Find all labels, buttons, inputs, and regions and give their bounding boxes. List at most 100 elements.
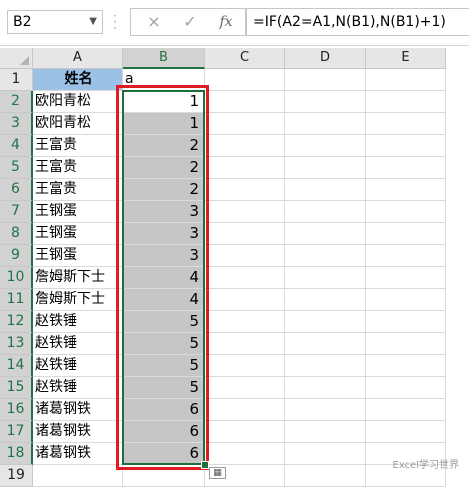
cell-c9[interactable] <box>205 245 285 267</box>
cell-b16[interactable]: 6 <box>123 399 205 421</box>
row-header-3[interactable]: 3 <box>0 113 33 135</box>
cell-a9[interactable]: 王钢蛋 <box>33 245 123 267</box>
cell-a2[interactable]: 欧阳青松 <box>33 91 123 113</box>
cell-b1[interactable]: a <box>123 69 205 91</box>
cell-a5[interactable]: 王富贵 <box>33 157 123 179</box>
cell-e4[interactable] <box>366 135 446 157</box>
cell-a15[interactable]: 赵铁锤 <box>33 377 123 399</box>
cell-d14[interactable] <box>285 355 366 377</box>
cell-a1[interactable]: 姓名 <box>33 69 123 91</box>
column-header-a[interactable]: A <box>33 48 123 69</box>
cell-b4[interactable]: 2 <box>123 135 205 157</box>
cell-d3[interactable] <box>285 113 366 135</box>
cell-e1[interactable] <box>366 69 446 91</box>
cell-d8[interactable] <box>285 223 366 245</box>
cell-c11[interactable] <box>205 289 285 311</box>
cell-b8[interactable]: 3 <box>123 223 205 245</box>
cell-e2[interactable] <box>366 91 446 113</box>
row-header-10[interactable]: 10 <box>0 267 33 289</box>
column-header-d[interactable]: D <box>285 48 366 69</box>
cell-c2[interactable] <box>205 91 285 113</box>
column-header-c[interactable]: C <box>205 48 285 69</box>
cell-d6[interactable] <box>285 179 366 201</box>
row-header-18[interactable]: 18 <box>0 443 33 465</box>
cell-d4[interactable] <box>285 135 366 157</box>
row-header-17[interactable]: 17 <box>0 421 33 443</box>
cell-b3[interactable]: 1 <box>123 113 205 135</box>
cell-c15[interactable] <box>205 377 285 399</box>
cell-d18[interactable] <box>285 443 366 465</box>
cell-d15[interactable] <box>285 377 366 399</box>
cell-a4[interactable]: 王富贵 <box>33 135 123 157</box>
cell-e16[interactable] <box>366 399 446 421</box>
row-header-5[interactable]: 5 <box>0 157 33 179</box>
cell-e14[interactable] <box>366 355 446 377</box>
cell-a8[interactable]: 王钢蛋 <box>33 223 123 245</box>
row-header-14[interactable]: 14 <box>0 355 33 377</box>
cell-b18[interactable]: 6 <box>123 443 205 465</box>
cell-a6[interactable]: 王富贵 <box>33 179 123 201</box>
cell-b10[interactable]: 4 <box>123 267 205 289</box>
cell-c5[interactable] <box>205 157 285 179</box>
row-header-9[interactable]: 9 <box>0 245 33 267</box>
cell-d19[interactable] <box>285 465 366 487</box>
row-header-7[interactable]: 7 <box>0 201 33 223</box>
cancel-icon[interactable]: × <box>141 12 167 32</box>
cell-b12[interactable]: 5 <box>123 311 205 333</box>
cell-c4[interactable] <box>205 135 285 157</box>
insert-function-icon[interactable]: fx <box>213 12 239 32</box>
row-header-15[interactable]: 15 <box>0 377 33 399</box>
cell-e6[interactable] <box>366 179 446 201</box>
cell-d10[interactable] <box>285 267 366 289</box>
cell-c13[interactable] <box>205 333 285 355</box>
row-header-11[interactable]: 11 <box>0 289 33 311</box>
quick-analysis-icon[interactable]: ▦ <box>209 467 226 479</box>
cell-a14[interactable]: 赵铁锤 <box>33 355 123 377</box>
cell-a16[interactable]: 诸葛钢铁 <box>33 399 123 421</box>
column-header-b[interactable]: B <box>123 48 205 69</box>
cell-c8[interactable] <box>205 223 285 245</box>
cell-a13[interactable]: 赵铁锤 <box>33 333 123 355</box>
row-header-2[interactable]: 2 <box>0 91 33 113</box>
cell-a10[interactable]: 詹姆斯下士 <box>33 267 123 289</box>
cell-a18[interactable]: 诸葛钢铁 <box>33 443 123 465</box>
cell-e13[interactable] <box>366 333 446 355</box>
cell-b6[interactable]: 2 <box>123 179 205 201</box>
cell-e10[interactable] <box>366 267 446 289</box>
cell-c17[interactable] <box>205 421 285 443</box>
cell-e12[interactable] <box>366 311 446 333</box>
cell-e17[interactable] <box>366 421 446 443</box>
cell-c7[interactable] <box>205 201 285 223</box>
cell-b15[interactable]: 5 <box>123 377 205 399</box>
cell-c18[interactable] <box>205 443 285 465</box>
cell-d12[interactable] <box>285 311 366 333</box>
cell-c16[interactable] <box>205 399 285 421</box>
cell-e7[interactable] <box>366 201 446 223</box>
cell-c12[interactable] <box>205 311 285 333</box>
enter-icon[interactable]: ✓ <box>177 12 203 32</box>
cell-e8[interactable] <box>366 223 446 245</box>
cell-b17[interactable]: 6 <box>123 421 205 443</box>
cell-b9[interactable]: 3 <box>123 245 205 267</box>
cell-d17[interactable] <box>285 421 366 443</box>
cell-b7[interactable]: 3 <box>123 201 205 223</box>
cell-d2[interactable] <box>285 91 366 113</box>
cell-b19[interactable] <box>123 465 205 487</box>
cell-d5[interactable] <box>285 157 366 179</box>
cell-a12[interactable]: 赵铁锤 <box>33 311 123 333</box>
cell-d16[interactable] <box>285 399 366 421</box>
cell-b5[interactable]: 2 <box>123 157 205 179</box>
cell-c6[interactable] <box>205 179 285 201</box>
cell-c14[interactable] <box>205 355 285 377</box>
cell-e11[interactable] <box>366 289 446 311</box>
column-header-e[interactable]: E <box>366 48 446 69</box>
select-all-button[interactable] <box>0 48 33 69</box>
cell-a17[interactable]: 诸葛钢铁 <box>33 421 123 443</box>
cell-d9[interactable] <box>285 245 366 267</box>
cell-a11[interactable]: 詹姆斯下士 <box>33 289 123 311</box>
drag-handle-icon[interactable]: · · · <box>112 10 118 34</box>
row-header-12[interactable]: 12 <box>0 311 33 333</box>
row-header-4[interactable]: 4 <box>0 135 33 157</box>
row-header-16[interactable]: 16 <box>0 399 33 421</box>
cell-a3[interactable]: 欧阳青松 <box>33 113 123 135</box>
